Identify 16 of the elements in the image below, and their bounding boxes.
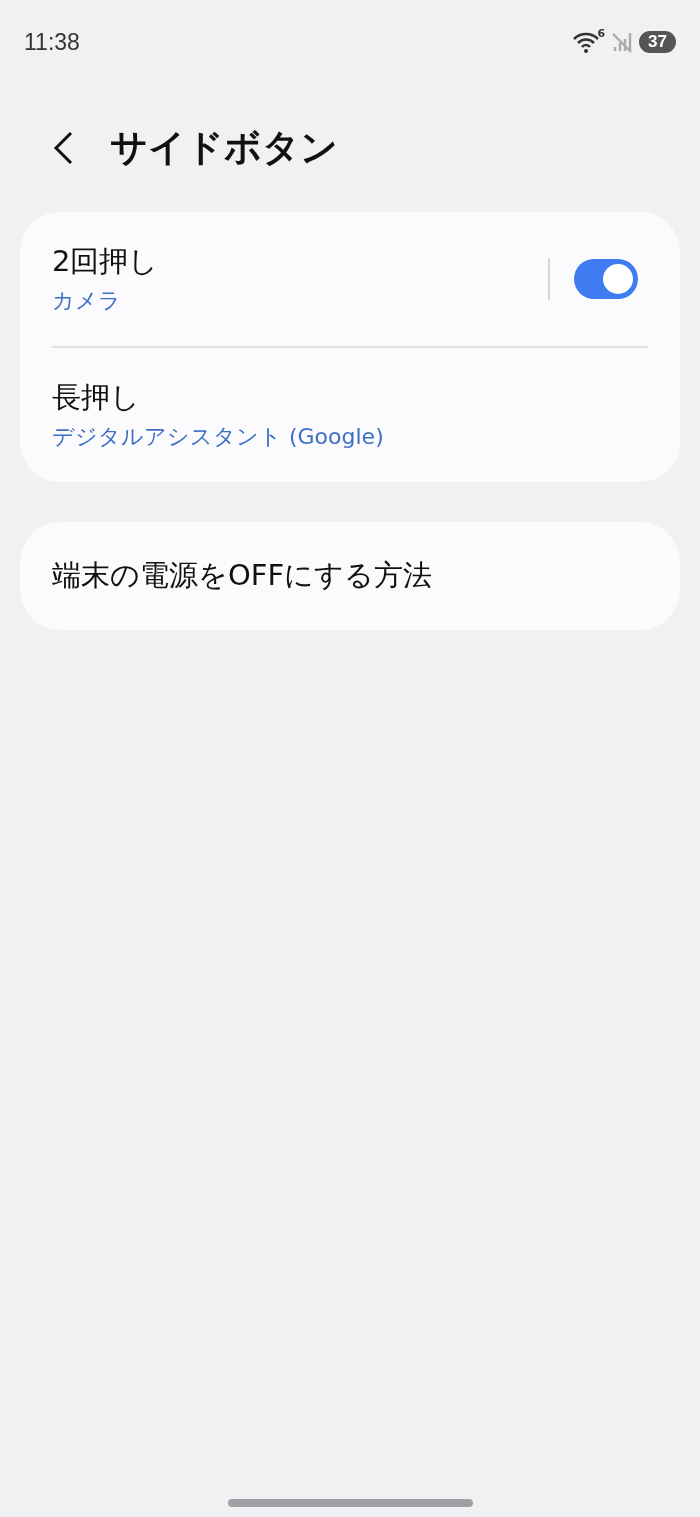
item-title: 2回押し: [52, 243, 160, 280]
battery-level: 37: [639, 31, 676, 53]
no-signal-icon: [611, 31, 634, 53]
item-subtitle: カメラ: [52, 287, 122, 315]
toggle-switch[interactable]: [574, 259, 638, 299]
back-icon[interactable]: [52, 131, 74, 165]
settings-item[interactable]: 端末の電源をOFFにする方法: [52, 522, 648, 630]
page-title: サイドボタン: [110, 125, 338, 171]
wifi-icon: [573, 31, 600, 53]
settings-item[interactable]: 長押し デジタルアシスタント (Google): [52, 346, 648, 482]
status-time: 11:38: [24, 28, 80, 56]
item-title: 端末の電源をOFFにする方法: [52, 557, 434, 594]
settings-item[interactable]: 2回押し カメラ: [52, 212, 648, 346]
item-subtitle: デジタルアシスタント (Google): [52, 423, 385, 451]
network-type: 6: [597, 27, 606, 40]
item-title: 長押し: [52, 379, 141, 416]
